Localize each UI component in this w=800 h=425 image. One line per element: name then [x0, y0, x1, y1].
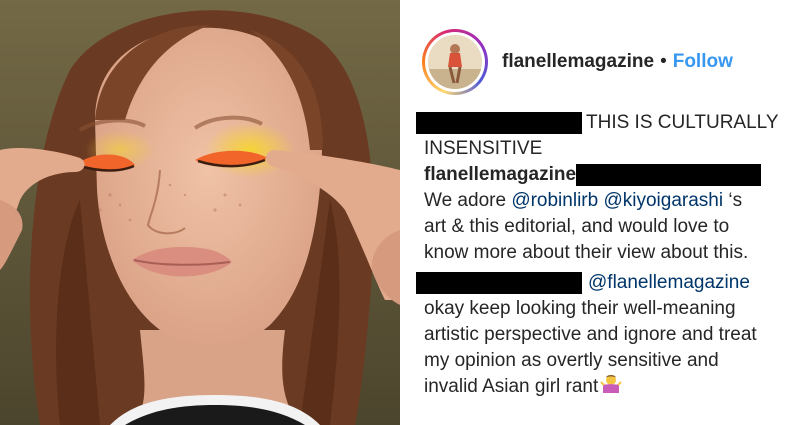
comment-text: invalid Asian girl rant — [424, 376, 599, 397]
comment-line: INSENSITIVE — [416, 136, 786, 162]
comment-text: know more about their view about this. — [424, 242, 749, 263]
comment-line: @flanellemagazine — [416, 270, 786, 296]
comment-text: art & this editorial, and would love to — [424, 216, 730, 237]
redacted-username — [416, 272, 582, 294]
comment-text: ‘s — [723, 190, 743, 211]
redacted-username — [416, 112, 582, 134]
model-portrait-image — [0, 0, 400, 425]
comment-text: We adore — [424, 190, 512, 211]
post-username[interactable]: flanellemagazine — [502, 51, 654, 73]
comments-list: THIS IS CULTURALLY INSENSITIVE flanellem… — [416, 110, 786, 400]
comment-line: art & this editorial, and would love to — [416, 214, 786, 240]
comment-line: my opinion as overtly sensitive and — [416, 348, 786, 374]
comment-author[interactable]: flanellemagazine — [424, 162, 576, 188]
post-photo[interactable] — [0, 0, 400, 425]
post-panel: flanellemagazine • Follow THIS IS CULTUR… — [400, 0, 800, 425]
separator-dot: • — [660, 51, 667, 72]
comment-line: THIS IS CULTURALLY — [416, 110, 786, 136]
mention-link[interactable]: @robinlirb — [511, 188, 598, 214]
comment-text: artistic perspective and ignore and trea… — [424, 324, 757, 345]
comment-text: INSENSITIVE — [424, 138, 543, 159]
woman-shrugging-emoji — [600, 372, 622, 402]
avatar-image — [428, 35, 482, 89]
mention-link[interactable]: @kiyoigarashi — [603, 188, 723, 214]
comment-text: my opinion as overtly sensitive and — [424, 350, 719, 371]
avatar-border — [425, 32, 485, 92]
comment-line: artistic perspective and ignore and trea… — [416, 322, 786, 348]
comment-line: We adore @robinlirb @kiyoigarashi ‘s — [416, 188, 786, 214]
comment-line: flanellemagazine — [416, 162, 786, 188]
comment-line: invalid Asian girl rant — [416, 374, 786, 400]
redacted-mention — [576, 164, 762, 186]
comment-text: okay keep looking their well-meaning — [424, 298, 736, 319]
follow-button[interactable]: Follow — [673, 51, 733, 73]
avatar-photo-icon — [428, 35, 482, 89]
comment-line: okay keep looking their well-meaning — [416, 296, 786, 322]
comment-line: know more about their view about this. — [416, 240, 786, 266]
profile-avatar[interactable] — [422, 29, 488, 95]
post-header: flanellemagazine • Follow — [422, 28, 733, 96]
comment-text: THIS IS CULTURALLY — [586, 112, 779, 133]
mention-link[interactable]: @flanellemagazine — [588, 270, 750, 296]
